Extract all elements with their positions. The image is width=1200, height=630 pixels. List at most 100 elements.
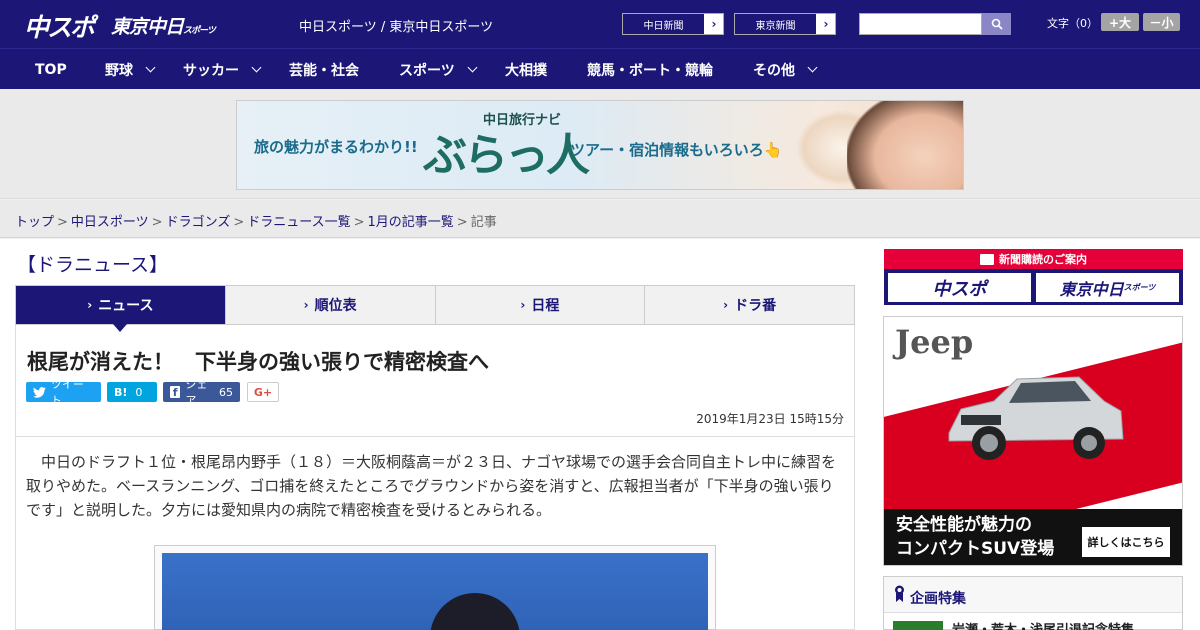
suv-car-image — [948, 376, 1124, 460]
ext-link-label: 東京新聞 — [735, 14, 817, 34]
chevron-right-icon: › — [823, 17, 829, 31]
ad-copy: 安全性能が魅力のコンパクトSUV登場 — [896, 513, 1054, 561]
subscribe-chuspo-button[interactable]: 中スポ — [888, 273, 1031, 302]
nav-item-sports[interactable]: スポーツ — [399, 49, 478, 90]
search-input[interactable] — [859, 13, 982, 35]
tab-label: ニュース — [98, 298, 154, 314]
hatena-count: 0 — [135, 385, 143, 399]
chevron-down-icon — [467, 62, 478, 73]
subscribe-tokyo-small: スポーツ — [1123, 283, 1156, 292]
nav-label: TOP — [35, 61, 67, 78]
banner-left-text: 旅の魅力がまるわかり!! — [254, 138, 418, 156]
chevron-right-icon: › — [711, 17, 717, 31]
article-date: 2019年1月23日 15時15分 — [696, 412, 844, 426]
subscription-title: 新聞購読のご案内 — [999, 253, 1087, 266]
nav-label: スポーツ — [399, 62, 455, 79]
tab-reporter[interactable]: › ドラ番 — [645, 286, 854, 324]
jeep-ad[interactable]: Jeep 安全性能が魅力のコンパクトSUV登場 詳しくはこちら — [883, 316, 1183, 566]
hatena-icon: B! — [114, 385, 128, 399]
nav-item-top[interactable]: TOP — [35, 49, 67, 90]
tab-label: 順位表 — [314, 298, 357, 314]
site-links[interactable]: 中日スポーツ / 東京中日スポーツ — [299, 16, 493, 35]
feature-title: 企画特集 — [910, 591, 966, 607]
breadcrumb-link[interactable]: 中日スポーツ — [71, 215, 149, 230]
section-title: 【ドラニュース】 — [17, 254, 169, 276]
tokyo-logo-small: スポーツ — [183, 26, 216, 36]
newspaper-icon — [980, 253, 994, 265]
model-image — [847, 101, 963, 189]
ribbon-icon — [895, 585, 904, 602]
tokyo-shimbun-link[interactable]: 東京新聞 › — [734, 13, 836, 35]
nav-item-sumo[interactable]: 大相撲 — [505, 49, 547, 90]
facebook-share-button[interactable]: f シェア 65 — [163, 378, 240, 407]
font-size-up-button[interactable]: +大 — [1101, 13, 1139, 31]
ext-link-label: 中日新聞 — [623, 14, 705, 34]
nav-item-other[interactable]: その他 — [753, 49, 818, 90]
search-icon — [991, 18, 1003, 30]
chevron-down-icon — [807, 62, 818, 73]
google-plus-button[interactable]: G+ — [247, 382, 279, 402]
tweet-button[interactable]: ツイート — [26, 378, 101, 407]
article-headline: 根尾が消えた！ 下半身の強い張りで精密検査へ — [27, 350, 489, 374]
travel-ad-banner[interactable]: 旅の魅力がまるわかり!! 中日旅行ナビ ぶらっ人 ツアー・宿泊情報もいろいろ👆 — [236, 100, 964, 190]
tab-news[interactable]: › ニュース — [16, 286, 226, 332]
nav-label: その他 — [753, 62, 795, 79]
nav-label: 野球 — [105, 62, 133, 79]
font-size-label: 文字（0） — [1047, 17, 1098, 30]
banner-brand: ぶらっ人 — [423, 130, 590, 181]
chuspo-logo[interactable]: 中スポ — [24, 8, 95, 44]
ad-copy-line2: コンパクトSUV登場 — [896, 539, 1055, 559]
hatena-bookmark-button[interactable]: B! 0 — [107, 382, 157, 402]
article-photo[interactable] — [162, 553, 708, 630]
caret-right-icon: › — [87, 298, 93, 312]
nav-label: 大相撲 — [505, 62, 547, 79]
breadcrumb-current: 記事 — [470, 215, 497, 230]
google-plus-icon: G+ — [253, 385, 273, 399]
article-body: 中日のドラフト１位・根尾昂内野手（１８）＝大阪桐蔭高＝が２３日、ナゴヤ球場での選… — [26, 453, 837, 519]
facebook-icon: f — [170, 386, 181, 399]
breadcrumb-link[interactable]: トップ — [15, 215, 54, 230]
banner-right-text: ツアー・宿泊情報もいろいろ👆 — [570, 141, 783, 159]
breadcrumb: トップ > 中日スポーツ > ドラゴンズ > ドラニュース一覧 >1月の記事一覧 > 記事 — [15, 211, 497, 230]
caret-right-icon: › — [520, 298, 526, 312]
nav-label: 芸能・社会 — [289, 62, 359, 79]
tweet-label: ツイート — [50, 378, 84, 407]
caret-right-icon: › — [723, 298, 729, 312]
player-figure — [430, 593, 520, 630]
tokyo-chunichi-logo[interactable]: 東京中日スポーツ — [111, 12, 216, 39]
chunichi-shimbun-link[interactable]: 中日新聞 › — [622, 13, 724, 35]
nav-item-entertainment[interactable]: 芸能・社会 — [289, 49, 359, 90]
main-nav: TOP 野球 サッカー 芸能・社会 スポーツ 大相撲 競馬・ボート・競輪 その他 — [0, 48, 1200, 89]
chevron-down-icon — [251, 62, 262, 73]
tab-label: ドラ番 — [734, 298, 777, 314]
subscription-header: 新聞購読のご案内 — [884, 249, 1183, 269]
feature-thumbnail[interactable] — [893, 621, 943, 630]
ad-copy-line1: 安全性能が魅力の — [896, 515, 1032, 535]
nav-item-soccer[interactable]: サッカー — [183, 49, 262, 90]
breadcrumb-separator: > — [151, 215, 163, 230]
subscribe-tokyo-label: 東京中日 — [1059, 279, 1124, 299]
nav-item-racing[interactable]: 競馬・ボート・競輪 — [587, 49, 713, 90]
breadcrumb-separator: > — [353, 215, 365, 230]
nav-label: サッカー — [183, 62, 239, 79]
twitter-icon — [33, 386, 46, 398]
tab-standings[interactable]: › 順位表 — [226, 286, 436, 324]
section-tabs: › ニュース › 順位表 › 日程 › ドラ番 — [15, 285, 855, 332]
jeep-logo: Jeep — [895, 323, 974, 361]
font-size-down-button[interactable]: －小 — [1143, 13, 1180, 31]
breadcrumb-link[interactable]: ドラニュース一覧 — [247, 215, 350, 230]
subscribe-tokyo-button[interactable]: 東京中日 スポーツ — [1036, 273, 1179, 302]
tab-schedule[interactable]: › 日程 — [436, 286, 646, 324]
chevron-down-icon — [145, 62, 156, 73]
nav-item-baseball[interactable]: 野球 — [105, 49, 156, 90]
search-button[interactable] — [982, 13, 1011, 35]
breadcrumb-separator: > — [233, 215, 245, 230]
caret-right-icon: › — [303, 298, 309, 312]
ad-cta-button[interactable]: 詳しくはこちら — [1082, 527, 1170, 557]
breadcrumb-link[interactable]: ドラゴンズ — [166, 215, 231, 230]
feature-item-link[interactable]: 岩瀬・荒木・浅尾引退記念特集 — [952, 619, 1134, 630]
nav-label: 競馬・ボート・競輪 — [587, 62, 713, 79]
top-header: 中スポ 東京中日スポーツ 中日スポーツ / 東京中日スポーツ 中日新聞 › 東京… — [0, 0, 1200, 48]
breadcrumb-link[interactable]: 1月の記事一覧 — [368, 215, 454, 230]
tokyo-logo-text: 東京中日 — [111, 16, 184, 38]
